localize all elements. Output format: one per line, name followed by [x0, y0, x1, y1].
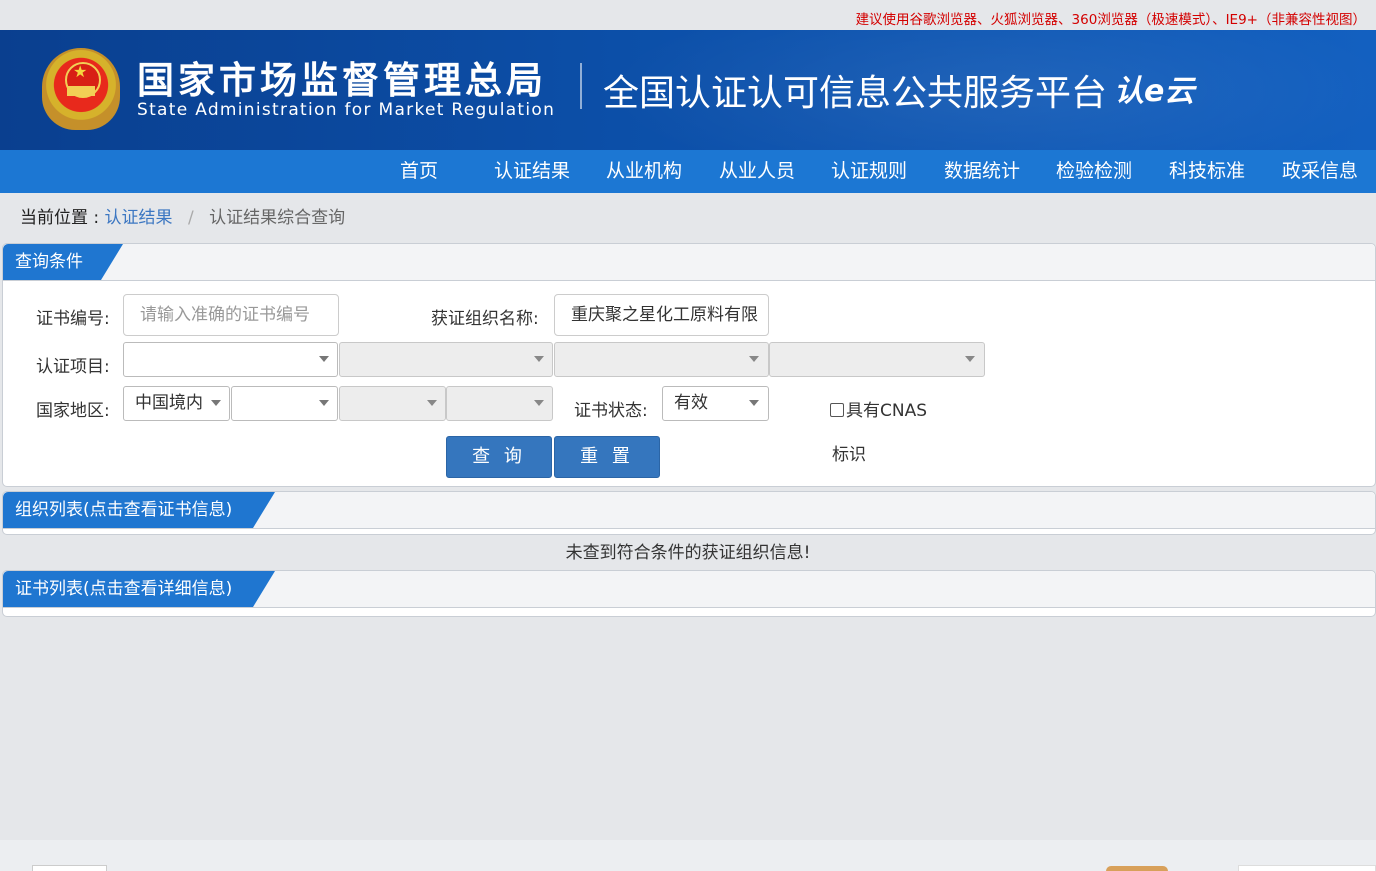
breadcrumb: 当前位置 : 认证结果 / 认证结果综合查询 [20, 203, 345, 228]
banner-divider [580, 63, 582, 109]
emblem-star-icon: ★ [73, 62, 88, 81]
cert-no-label: 证书编号: [36, 309, 110, 329]
platform-title: 全国认证认可信息公共服务平台 [603, 73, 1108, 114]
main-nav: 首页 认证结果 从业机构 从业人员 认证规则 数据统计 检验检测 科技标准 政采… [0, 150, 1376, 193]
chevron-down-icon [319, 356, 329, 362]
cnas-label-wrap: 标识 [832, 445, 866, 465]
cert-list-header: 证书列表(点击查看详细信息) [3, 571, 1375, 608]
org-name-label: 获证组织名称: [431, 309, 539, 329]
org-list-title: 组织列表(点击查看证书信息) [3, 492, 275, 528]
status-label: 证书状态: [574, 401, 648, 421]
nav-cert-results[interactable]: 认证结果 [494, 150, 570, 193]
org-list-panel: 组织列表(点击查看证书信息) [2, 491, 1376, 535]
agency-title-cn[interactable]: 国家市场监督管理总局 [137, 50, 547, 104]
cert-no-input[interactable]: 请输入准确的证书编号 [123, 294, 339, 336]
cnas-label: 具有CNAS [846, 401, 928, 421]
nav-inspection[interactable]: 检验检测 [1056, 150, 1132, 193]
renyun-logo: 认e云 [1114, 74, 1195, 109]
nav-home[interactable]: 首页 [400, 150, 438, 193]
project-label: 认证项目: [36, 357, 110, 377]
breadcrumb-link-cert-results[interactable]: 认证结果 [105, 208, 173, 228]
query-panel-header: 查询条件 [3, 244, 1375, 281]
nav-procurement[interactable]: 政采信息 [1282, 150, 1358, 193]
query-panel-title: 查询条件 [3, 244, 123, 280]
cnas-checkbox-row[interactable]: 具有CNAS [830, 396, 927, 421]
nav-standards[interactable]: 科技标准 [1169, 150, 1245, 193]
breadcrumb-separator: / [187, 208, 194, 228]
nav-personnel[interactable]: 从业人员 [719, 150, 795, 193]
nav-statistics[interactable]: 数据统计 [944, 150, 1020, 193]
search-button[interactable]: 查 询 [446, 436, 552, 478]
org-name-input[interactable]: 重庆聚之星化工原料有限 [554, 294, 769, 336]
chevron-down-icon [965, 356, 975, 362]
browser-notice: 建议使用谷歌浏览器、火狐浏览器、360浏览器（极速模式）、IE9+（非兼容性视图… [855, 12, 1366, 28]
org-empty-message: 未查到符合条件的获证组织信息! [565, 543, 811, 563]
footer-block [1238, 865, 1376, 871]
chevron-down-icon [749, 400, 759, 406]
chevron-down-icon [534, 400, 544, 406]
site-banner: ★ 国家市场监督管理总局 State Administration for Ma… [0, 30, 1376, 150]
nav-institutions[interactable]: 从业机构 [606, 150, 682, 193]
cert-list-panel: 证书列表(点击查看详细信息) [2, 570, 1376, 617]
chevron-down-icon [211, 400, 221, 406]
project-select-4[interactable] [769, 342, 985, 377]
footer-block [32, 865, 107, 871]
project-select-3[interactable] [554, 342, 769, 377]
cnas-checkbox[interactable] [830, 403, 844, 417]
footer-badge-icon [1106, 866, 1168, 871]
agency-title-en[interactable]: State Administration for Market Regulati… [137, 100, 555, 120]
region-label: 国家地区: [36, 401, 110, 421]
project-select-2[interactable] [339, 342, 553, 377]
nav-cert-rules[interactable]: 认证规则 [831, 150, 907, 193]
reset-button[interactable]: 重 置 [554, 436, 660, 478]
national-emblem-icon: ★ [42, 48, 120, 130]
emblem-gate-icon [67, 86, 95, 96]
org-list-header: 组织列表(点击查看证书信息) [3, 492, 1375, 529]
top-notice-bar: 建议使用谷歌浏览器、火狐浏览器、360浏览器（极速模式）、IE9+（非兼容性视图… [0, 0, 1376, 30]
breadcrumb-current: 认证结果综合查询 [209, 208, 346, 228]
project-select-1[interactable] [123, 342, 338, 377]
chevron-down-icon [427, 400, 437, 406]
footer-strip [0, 840, 1376, 871]
cert-list-title: 证书列表(点击查看详细信息) [3, 571, 275, 607]
breadcrumb-label: 当前位置 : [20, 208, 100, 228]
chevron-down-icon [534, 356, 544, 362]
chevron-down-icon [319, 400, 329, 406]
chevron-down-icon [749, 356, 759, 362]
